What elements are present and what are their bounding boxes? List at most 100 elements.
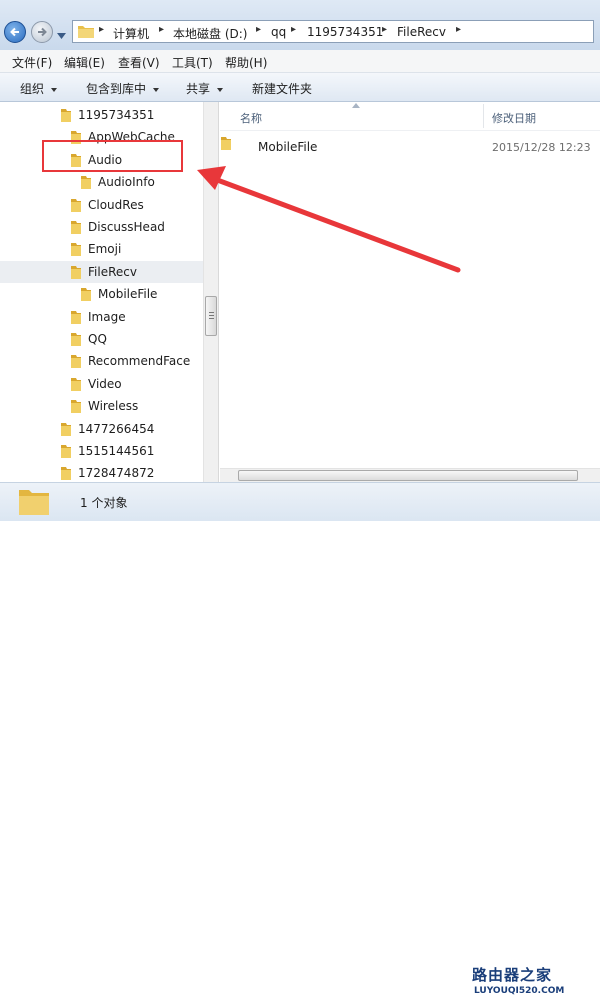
tree-item-label: Wireless	[88, 399, 139, 414]
share-button[interactable]: 共享	[186, 80, 224, 97]
back-arrow-icon	[10, 27, 19, 37]
tree-item[interactable]: Emoji	[0, 238, 203, 260]
tree-item-label: Video	[88, 376, 122, 391]
address-bar-area: ▸ 计算机 ▸ 本地磁盘 (D:) ▸ qq ▸ 1195734351 ▸ Fi…	[0, 0, 600, 50]
tree-item-label: 1515144561	[78, 444, 155, 458]
breadcrumb-separator-icon: ▸	[99, 24, 105, 35]
tree-item-label: 1728474872	[78, 466, 155, 481]
folder-icon	[61, 109, 71, 122]
folder-icon	[221, 137, 231, 150]
include-in-library-label: 包含到库中	[86, 82, 147, 96]
tree-item[interactable]: DiscussHead	[0, 216, 203, 238]
folder-icon	[61, 422, 71, 436]
command-toolbar: 组织 包含到库中 共享 新建文件夹	[0, 73, 600, 102]
breadcrumb-separator-icon: ▸	[456, 24, 462, 35]
nav-scroll-thumb[interactable]	[205, 296, 217, 336]
tree-item[interactable]: AudioInfo	[0, 171, 203, 193]
folder-icon	[61, 445, 71, 458]
menu-file[interactable]: 文件(F)	[12, 54, 52, 71]
column-header-modified[interactable]: 修改日期	[492, 110, 536, 126]
recent-pages-chevron-down-icon[interactable]	[57, 28, 66, 42]
content-horizontal-scrollbar[interactable]	[220, 468, 600, 482]
breadcrumb-separator-icon: ▸	[159, 24, 165, 35]
forward-button[interactable]	[31, 21, 53, 43]
tree-item-label: AudioInfo	[98, 175, 155, 190]
tree-item[interactable]: FileRecv	[0, 260, 203, 283]
menu-view[interactable]: 查看(V)	[118, 54, 160, 71]
annotation-highlight-box	[42, 140, 183, 172]
tree-item-label: DiscussHead	[88, 220, 165, 234]
status-bar: 1 个对象 路由器之家 LUYOUQI520.COM	[0, 482, 600, 996]
folder-icon	[61, 467, 71, 481]
sort-ascending-icon	[352, 103, 360, 108]
breadcrumb-account[interactable]: 1195734351	[307, 25, 383, 39]
address-path-box[interactable]: ▸ 计算机 ▸ 本地磁盘 (D:) ▸ qq ▸ 1195734351 ▸ Fi…	[72, 20, 594, 43]
folder-large-icon	[19, 490, 49, 515]
menu-edit[interactable]: 编辑(E)	[64, 54, 105, 71]
tree-item-label: FileRecv	[88, 264, 137, 279]
grip-line	[209, 318, 214, 319]
breadcrumb-separator-icon: ▸	[382, 24, 388, 35]
tree-item[interactable]: QQ	[0, 328, 203, 350]
folder-icon	[71, 198, 81, 212]
folder-icon	[71, 355, 81, 369]
menu-help[interactable]: 帮助(H)	[225, 54, 267, 71]
organize-button[interactable]: 组织	[20, 80, 58, 97]
folder-icon	[71, 310, 81, 324]
breadcrumb-qq[interactable]: qq	[271, 25, 286, 39]
dropdown-caret-icon	[217, 87, 224, 92]
folder-icon	[81, 288, 91, 302]
status-object-count: 1 个对象	[80, 496, 128, 510]
tree-item-label: Image	[88, 309, 126, 324]
tree-item[interactable]: 1515144561	[0, 440, 203, 462]
tree-item[interactable]: Image	[0, 306, 203, 328]
column-header-name[interactable]: 名称	[240, 110, 262, 126]
tree-item-label: 1195734351	[78, 108, 155, 122]
file-modified-date: 2015/12/28 12:23	[492, 141, 591, 154]
folder-icon	[81, 176, 91, 190]
folder-icon	[71, 377, 81, 391]
tree-item-label: RecommendFace	[88, 354, 191, 369]
tree-item[interactable]: Wireless	[0, 395, 203, 417]
watermark-logo: 路由器之家	[472, 966, 553, 984]
tree-item[interactable]: CloudRes	[0, 194, 203, 216]
column-divider[interactable]	[483, 104, 484, 128]
folder-icon	[78, 26, 94, 38]
folder-icon	[71, 243, 81, 257]
file-name: MobileFile	[258, 140, 318, 154]
grip-line	[209, 315, 214, 316]
file-list-pane[interactable]: 名称 修改日期 MobileFile 2015/12/28 12:23	[220, 102, 600, 468]
new-folder-button[interactable]: 新建文件夹	[252, 80, 312, 97]
dropdown-caret-icon	[51, 87, 58, 92]
breadcrumb-local-disk-d[interactable]: 本地磁盘 (D:)	[173, 25, 247, 42]
tree-item-label: CloudRes	[88, 197, 144, 212]
organize-label: 组织	[20, 82, 45, 96]
menu-bar: 文件(F) 编辑(E) 查看(V) 工具(T) 帮助(H)	[0, 50, 600, 73]
tree-item[interactable]: 1728474872	[0, 462, 203, 482]
folder-icon	[71, 265, 81, 279]
tree-item[interactable]: MobileFile	[0, 283, 203, 305]
breadcrumb-separator-icon: ▸	[256, 24, 262, 35]
tree-item[interactable]: RecommendFace	[0, 350, 203, 372]
tree-item[interactable]: 1195734351	[0, 104, 203, 126]
folder-icon	[71, 333, 81, 346]
grip-line	[209, 312, 214, 313]
breadcrumb-filerecv[interactable]: FileRecv	[397, 25, 446, 39]
column-header-row: 名称 修改日期	[220, 102, 600, 131]
tree-item[interactable]: 1477266454	[0, 418, 203, 440]
include-in-library-button[interactable]: 包含到库中	[86, 80, 160, 97]
watermark-url: LUYOUQI520.COM	[474, 986, 565, 996]
menu-tools[interactable]: 工具(T)	[172, 54, 213, 71]
share-label: 共享	[186, 82, 211, 96]
content-scroll-thumb[interactable]	[238, 470, 578, 481]
nav-vertical-scrollbar[interactable]	[203, 102, 219, 482]
forward-arrow-icon	[38, 27, 47, 37]
dropdown-caret-icon	[153, 87, 160, 92]
tree-item-label: Emoji	[88, 242, 122, 257]
file-row[interactable]: MobileFile 2015/12/28 12:23	[220, 136, 600, 158]
tree-item-label: 1477266454	[78, 421, 155, 436]
back-button[interactable]	[4, 21, 26, 43]
breadcrumb-computer[interactable]: 计算机	[113, 25, 149, 42]
tree-item[interactable]: Video	[0, 373, 203, 395]
tree-item-label: MobileFile	[98, 287, 158, 302]
